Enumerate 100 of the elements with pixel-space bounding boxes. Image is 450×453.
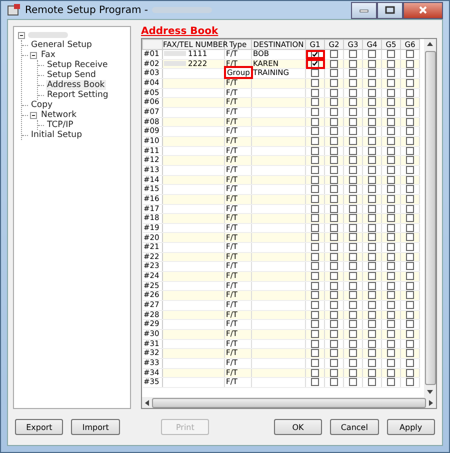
checkbox[interactable] bbox=[368, 50, 376, 58]
tree-item[interactable]: TCP/IP bbox=[46, 120, 74, 130]
checkbox[interactable] bbox=[387, 291, 395, 300]
checkbox[interactable] bbox=[387, 349, 395, 358]
checkbox[interactable] bbox=[311, 349, 319, 358]
checkbox[interactable] bbox=[387, 185, 395, 194]
checkbox[interactable] bbox=[330, 50, 338, 58]
checkbox[interactable] bbox=[406, 127, 414, 136]
checkbox[interactable] bbox=[349, 156, 357, 164]
collapse-icon[interactable] bbox=[30, 112, 37, 118]
checkbox[interactable] bbox=[368, 233, 376, 242]
tree-item[interactable]: Address Book bbox=[46, 80, 106, 90]
checkbox[interactable] bbox=[368, 214, 376, 222]
checkbox[interactable] bbox=[387, 262, 395, 270]
checkbox[interactable] bbox=[349, 127, 357, 136]
checkbox[interactable] bbox=[311, 185, 319, 194]
checkbox[interactable] bbox=[406, 233, 414, 242]
dialog-button[interactable]: Apply bbox=[386, 419, 436, 435]
checkbox[interactable] bbox=[349, 272, 357, 280]
checkbox[interactable] bbox=[406, 378, 414, 386]
checkbox[interactable] bbox=[311, 127, 319, 136]
checkbox[interactable] bbox=[406, 156, 414, 164]
checkbox[interactable] bbox=[311, 243, 319, 252]
checkbox[interactable] bbox=[349, 214, 357, 222]
checkbox[interactable] bbox=[330, 127, 338, 136]
checkbox[interactable] bbox=[330, 378, 338, 386]
checkbox[interactable] bbox=[311, 60, 319, 68]
tree-item[interactable]: Fax bbox=[40, 50, 56, 60]
checkbox[interactable] bbox=[349, 243, 357, 252]
checkbox[interactable] bbox=[387, 330, 395, 338]
checkbox[interactable] bbox=[349, 301, 357, 310]
checkbox[interactable] bbox=[311, 98, 319, 106]
checkbox[interactable] bbox=[406, 359, 414, 367]
scroll-up-icon[interactable] bbox=[427, 42, 433, 46]
checkbox[interactable] bbox=[349, 98, 357, 106]
checkbox[interactable] bbox=[330, 233, 338, 242]
checkbox[interactable] bbox=[349, 185, 357, 194]
checkbox[interactable] bbox=[368, 243, 376, 252]
tree-item[interactable]: Report Setting bbox=[46, 90, 110, 100]
checkbox[interactable] bbox=[349, 69, 357, 78]
checkbox[interactable] bbox=[311, 301, 319, 310]
checkbox[interactable] bbox=[311, 359, 319, 367]
checkbox[interactable] bbox=[368, 272, 376, 280]
scroll-right-icon[interactable] bbox=[429, 400, 433, 406]
checkbox[interactable] bbox=[406, 272, 414, 280]
checkbox[interactable] bbox=[368, 98, 376, 106]
checkbox[interactable] bbox=[368, 291, 376, 300]
close-button[interactable] bbox=[403, 2, 443, 18]
checkbox[interactable] bbox=[330, 243, 338, 252]
checkbox[interactable] bbox=[311, 69, 319, 78]
tree-item[interactable]: Initial Setup bbox=[30, 130, 83, 140]
checkbox[interactable] bbox=[406, 50, 414, 58]
tree-item[interactable]: Copy bbox=[30, 100, 54, 110]
checkbox[interactable] bbox=[311, 378, 319, 386]
checkbox[interactable] bbox=[368, 127, 376, 136]
checkbox[interactable] bbox=[387, 98, 395, 106]
checkbox[interactable] bbox=[368, 359, 376, 367]
checkbox[interactable] bbox=[330, 320, 338, 328]
checkbox[interactable] bbox=[387, 127, 395, 136]
checkbox[interactable] bbox=[387, 243, 395, 252]
checkbox[interactable] bbox=[311, 233, 319, 242]
tree-item[interactable]: General Setup bbox=[30, 40, 93, 50]
checkbox[interactable] bbox=[368, 320, 376, 328]
checkbox[interactable] bbox=[311, 262, 319, 270]
checkbox[interactable] bbox=[330, 330, 338, 338]
checkbox[interactable] bbox=[406, 262, 414, 270]
tree-item[interactable]: Setup Send bbox=[46, 70, 97, 80]
checkbox[interactable] bbox=[406, 291, 414, 300]
checkbox[interactable] bbox=[349, 320, 357, 328]
checkbox[interactable] bbox=[330, 156, 338, 164]
checkbox[interactable] bbox=[387, 69, 395, 78]
checkbox[interactable] bbox=[368, 301, 376, 310]
checkbox[interactable] bbox=[311, 330, 319, 338]
vertical-scrollbar[interactable] bbox=[424, 39, 436, 397]
checkbox[interactable] bbox=[387, 272, 395, 280]
checkbox[interactable] bbox=[330, 349, 338, 358]
checkbox[interactable] bbox=[387, 233, 395, 242]
checkbox[interactable] bbox=[349, 262, 357, 270]
checkbox[interactable] bbox=[349, 378, 357, 386]
checkbox[interactable] bbox=[311, 50, 319, 58]
checkbox[interactable] bbox=[311, 272, 319, 280]
checkbox[interactable] bbox=[311, 156, 319, 164]
checkbox[interactable] bbox=[349, 291, 357, 300]
checkbox[interactable] bbox=[387, 378, 395, 386]
checkbox[interactable] bbox=[368, 69, 376, 78]
checkbox[interactable] bbox=[368, 378, 376, 386]
scroll-down-icon[interactable] bbox=[427, 390, 433, 394]
collapse-icon[interactable] bbox=[30, 52, 37, 58]
horizontal-scrollbar[interactable] bbox=[142, 397, 436, 408]
tree-item[interactable]: Network bbox=[40, 110, 78, 120]
checkbox[interactable] bbox=[368, 262, 376, 270]
checkbox[interactable] bbox=[330, 359, 338, 367]
checkbox[interactable] bbox=[387, 214, 395, 222]
checkbox[interactable] bbox=[330, 301, 338, 310]
checkbox[interactable] bbox=[406, 98, 414, 106]
checkbox[interactable] bbox=[311, 291, 319, 300]
checkbox[interactable] bbox=[406, 214, 414, 222]
checkbox[interactable] bbox=[330, 272, 338, 280]
checkbox[interactable] bbox=[406, 320, 414, 328]
checkbox[interactable] bbox=[349, 349, 357, 358]
